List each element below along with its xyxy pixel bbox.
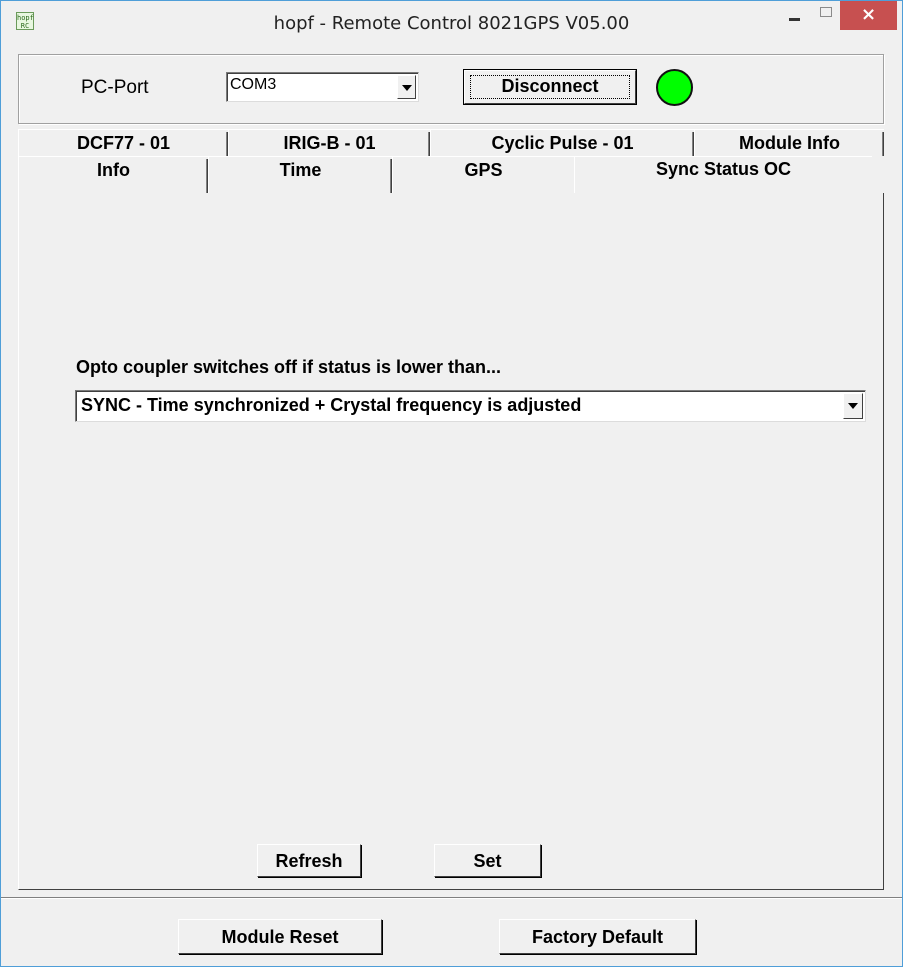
pc-port-value: COM3 [230, 76, 277, 93]
tab-irig-b[interactable]: IRIG-B - 01 [228, 129, 430, 156]
connection-status-led [656, 69, 693, 106]
app-window: hopf RC hopf - Remote Control 8021GPS V0… [0, 0, 903, 967]
disconnect-label: Disconnect [501, 76, 599, 96]
sync-status-panel: Opto coupler switches off if status is l… [18, 193, 884, 890]
tab-irig-b-label: IRIG-B - 01 [283, 133, 376, 153]
footer-bar: Module Reset Factory Default [1, 897, 902, 967]
tab-gps-label: GPS [464, 160, 503, 180]
maximize-button[interactable] [811, 1, 841, 31]
tab-cyclic-pulse-label: Cyclic Pulse - 01 [491, 133, 634, 153]
title-bar[interactable]: hopf RC hopf - Remote Control 8021GPS V0… [1, 1, 902, 47]
tab-info-label: Info [97, 160, 130, 180]
pc-port-label: PC-Port [81, 77, 149, 98]
chevron-down-icon[interactable] [397, 75, 416, 99]
chevron-down-icon[interactable] [843, 393, 863, 419]
tab-time-label: Time [279, 160, 322, 180]
pc-port-select[interactable]: COM3 [226, 72, 419, 102]
refresh-button[interactable]: Refresh [257, 844, 361, 877]
tab-module-info[interactable]: Module Info [694, 129, 884, 156]
tab-row-bottom: Info Time GPS Sync Status OC [18, 156, 884, 193]
tab-sync-status-oc[interactable]: Sync Status OC [574, 156, 872, 193]
sync-status-value: SYNC - Time synchronized + Crystal frequ… [81, 395, 582, 415]
sync-status-select[interactable]: SYNC - Time synchronized + Crystal frequ… [75, 390, 866, 422]
tab-time[interactable]: Time [208, 156, 392, 193]
module-reset-button[interactable]: Module Reset [178, 919, 382, 954]
factory-default-button[interactable]: Factory Default [499, 919, 696, 954]
tab-gps[interactable]: GPS [392, 156, 574, 193]
tab-dcf77-label: DCF77 - 01 [76, 133, 171, 153]
tab-cyclic-pulse[interactable]: Cyclic Pulse - 01 [430, 129, 694, 156]
close-button[interactable]: × [840, 1, 897, 30]
set-button[interactable]: Set [434, 844, 541, 877]
opto-coupler-prompt: Opto coupler switches off if status is l… [76, 357, 502, 377]
tab-module-info-label: Module Info [739, 133, 840, 153]
minimize-button[interactable] [779, 1, 809, 31]
tab-row-top: DCF77 - 01 IRIG-B - 01 Cyclic Pulse - 01… [18, 129, 884, 156]
tab-sync-status-oc-label: Sync Status OC [655, 159, 792, 179]
tab-info[interactable]: Info [18, 156, 208, 193]
window-title: hopf - Remote Control 8021GPS V05.00 [273, 13, 630, 34]
port-panel: PC-Port COM3 Disconnect [18, 54, 884, 124]
disconnect-button[interactable]: Disconnect [463, 69, 637, 105]
tab-dcf77[interactable]: DCF77 - 01 [18, 129, 228, 156]
